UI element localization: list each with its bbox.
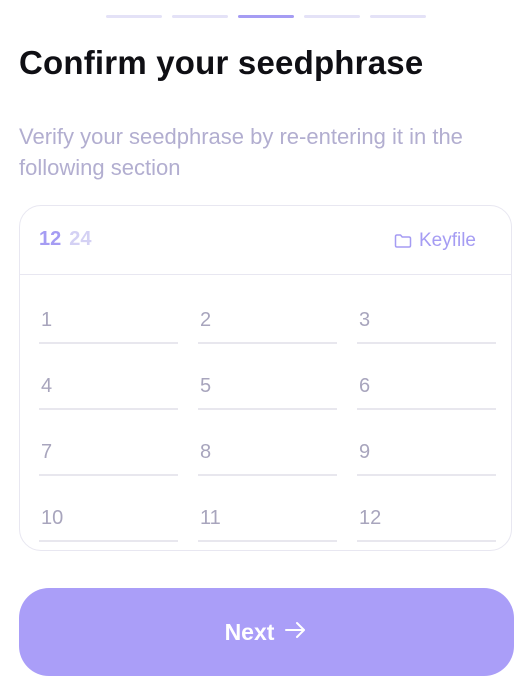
card-header: 12 24 Keyfile [20, 206, 511, 275]
word-number: 1 [41, 309, 53, 331]
next-button-label: Next [224, 618, 275, 645]
word-number: 10 [41, 507, 64, 529]
seed-word-field[interactable]: 1 [39, 309, 178, 344]
next-button[interactable]: Next [19, 588, 514, 676]
seed-word-field[interactable]: 3 [357, 309, 496, 344]
seed-word-field[interactable]: 4 [39, 375, 178, 410]
seed-word-field[interactable]: 12 [357, 507, 496, 542]
progress-step-4 [304, 15, 360, 18]
progress-step-5 [370, 15, 426, 18]
word-number: 11 [200, 507, 221, 529]
seed-length-toggle: 12 24 [39, 228, 92, 251]
step-progress [106, 15, 426, 18]
folder-icon [394, 233, 412, 249]
page-title: Confirm your seedphrase [19, 44, 424, 81]
page-subtitle: Verify your seedphrase by re-entering it… [19, 124, 463, 180]
seed-length-12[interactable]: 12 [39, 228, 61, 251]
word-number: 12 [359, 507, 382, 529]
word-number: 4 [41, 375, 53, 397]
progress-step-1 [106, 15, 162, 18]
progress-step-3 [238, 15, 294, 18]
word-number: 9 [359, 441, 371, 463]
seed-word-field[interactable]: 6 [357, 375, 496, 410]
seed-word-field[interactable]: 8 [198, 441, 337, 476]
word-number: 6 [359, 375, 371, 397]
word-number: 3 [359, 309, 371, 331]
word-number: 8 [200, 441, 212, 463]
word-number: 7 [41, 441, 53, 463]
seed-length-24[interactable]: 24 [69, 228, 91, 251]
progress-step-2 [172, 15, 228, 18]
word-number: 2 [200, 309, 212, 331]
keyfile-button[interactable]: Keyfile [394, 230, 476, 252]
seed-word-field[interactable]: 7 [39, 441, 178, 476]
seed-word-field[interactable]: 5 [198, 375, 337, 410]
seed-word-field[interactable]: 10 [39, 507, 178, 542]
keyfile-label: Keyfile [418, 230, 476, 251]
seedphrase-card: 12 24 Keyfile 1 2 3 4 5 6 7 8 9 10 11 12 [19, 205, 512, 551]
seed-word-field[interactable]: 9 [357, 441, 496, 476]
arrow-right-icon [284, 619, 308, 646]
seed-word-grid: 1 2 3 4 5 6 7 8 9 10 11 12 [20, 275, 511, 542]
seed-word-field[interactable]: 2 [198, 309, 337, 344]
word-number: 5 [200, 375, 212, 397]
seed-word-field[interactable]: 11 [198, 507, 337, 542]
